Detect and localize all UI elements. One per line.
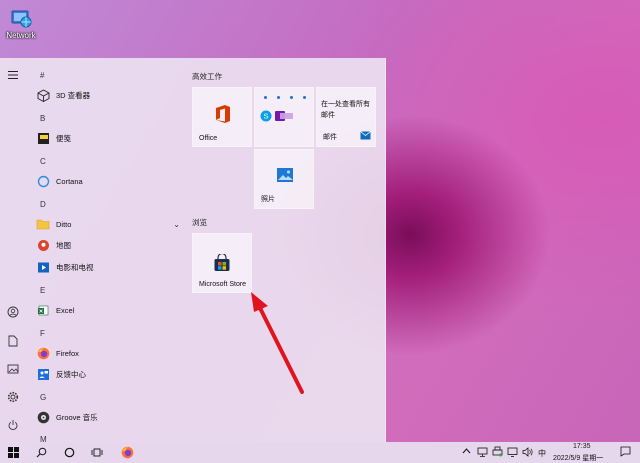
cortana-circle-icon xyxy=(64,447,74,458)
letter-header[interactable]: D xyxy=(40,200,46,209)
ime-indicator[interactable]: 中 xyxy=(538,448,546,459)
windows-logo-icon xyxy=(7,447,19,458)
sticky-notes-icon xyxy=(36,131,50,145)
maps-pin-icon xyxy=(36,238,50,252)
svg-text:S: S xyxy=(263,112,268,121)
skype-icon: S xyxy=(260,110,272,124)
tile-office-apps-folder[interactable]: S xyxy=(254,87,314,147)
letter-header[interactable]: E xyxy=(40,286,45,295)
cortana-button[interactable] xyxy=(56,442,82,463)
photos-icon xyxy=(276,167,294,185)
chevron-up-icon[interactable] xyxy=(462,447,471,457)
tile-office[interactable]: Office xyxy=(192,87,252,147)
mail-envelope-icon xyxy=(360,131,371,142)
tile-photos[interactable]: 照片 xyxy=(254,149,314,209)
dot-icon xyxy=(290,96,293,99)
tile-microsoft-store[interactable]: Microsoft Store xyxy=(192,233,252,293)
app-name: Excel xyxy=(56,305,75,315)
mail-headline: 在一处查看所有邮件 xyxy=(321,101,370,119)
gear-icon xyxy=(7,391,19,403)
dot-icon xyxy=(264,96,267,99)
search-button[interactable] xyxy=(28,442,54,463)
task-view-button[interactable] xyxy=(84,442,110,463)
picture-icon xyxy=(7,364,19,374)
app-name: Cortana xyxy=(56,176,83,186)
desktop-network-icon[interactable]: Network xyxy=(2,8,40,40)
settings-button[interactable] xyxy=(4,388,22,406)
letter-header[interactable]: B xyxy=(40,114,45,123)
app-maps[interactable]: 地图 xyxy=(36,235,184,255)
movies-tv-icon xyxy=(36,260,50,274)
app-movies-tv[interactable]: 电影和电视 xyxy=(36,257,184,277)
tile-mail[interactable]: 在一处查看所有邮件 邮件 xyxy=(316,87,376,147)
letter-header[interactable]: # xyxy=(40,71,44,80)
tile-label: Microsoft Store xyxy=(199,281,247,288)
dot-icon xyxy=(277,96,280,99)
app-ditto-folder[interactable]: Ditto ⌄ xyxy=(36,214,184,234)
app-cortana[interactable]: Cortana xyxy=(36,171,184,191)
dot-icon xyxy=(303,96,306,99)
letter-header[interactable]: C xyxy=(40,157,46,166)
app-feedback-hub[interactable]: 反馈中心 xyxy=(36,364,184,384)
tile-group-title[interactable]: 高效工作 xyxy=(192,71,222,82)
clock-time[interactable]: 17:35 xyxy=(573,443,591,450)
app-name: Ditto xyxy=(56,219,72,229)
user-account-button[interactable] xyxy=(4,303,22,321)
document-icon xyxy=(8,335,18,347)
network-tray-icon[interactable] xyxy=(477,447,488,459)
taskbar-firefox-button[interactable] xyxy=(114,442,140,463)
firefox-icon xyxy=(36,346,50,360)
volume-tray-icon[interactable] xyxy=(522,447,533,459)
app-sticky-notes[interactable]: 便笺 xyxy=(36,128,184,148)
display-tray-icon[interactable] xyxy=(507,447,518,459)
app-name: 地图 xyxy=(56,240,71,250)
app-name: 电影和电视 xyxy=(56,262,94,272)
hamburger-icon xyxy=(8,70,18,80)
app-name: Firefox xyxy=(56,348,79,358)
task-view-icon xyxy=(91,448,103,457)
start-left-rail xyxy=(0,58,27,442)
letter-header[interactable]: G xyxy=(40,393,46,402)
app-list: # 3D 查看器 B 便笺 C Cortana D Ditto ⌄ 地图 电影和… xyxy=(28,58,184,444)
excel-icon xyxy=(36,303,50,317)
app-3d-viewer[interactable]: 3D 查看器 xyxy=(36,85,184,105)
start-menu: # 3D 查看器 B 便笺 C Cortana D Ditto ⌄ 地图 电影和… xyxy=(0,58,386,444)
cortana-ring-icon xyxy=(36,174,50,188)
app-excel[interactable]: Excel xyxy=(36,300,184,320)
letter-header[interactable]: F xyxy=(40,329,45,338)
office-logo-icon xyxy=(214,104,232,126)
search-icon xyxy=(36,447,46,458)
app-name: Groove 音乐 xyxy=(56,412,98,422)
tile-label: 邮件 xyxy=(323,134,337,141)
store-bag-icon xyxy=(213,252,231,274)
clock-date[interactable]: 2022/5/9 星期一 xyxy=(553,453,603,463)
pictures-button[interactable] xyxy=(4,360,22,378)
tile-label: Office xyxy=(199,135,218,142)
app-name: 便笺 xyxy=(56,133,71,143)
feedback-hub-icon xyxy=(36,367,50,381)
app-firefox[interactable]: Firefox xyxy=(36,343,184,363)
desktop-icon-label: Network xyxy=(6,31,36,40)
chevron-down-icon[interactable]: ⌄ xyxy=(173,220,180,229)
firefox-icon xyxy=(121,446,133,459)
documents-button[interactable] xyxy=(4,332,22,350)
power-icon xyxy=(8,420,18,430)
user-icon xyxy=(7,306,19,318)
app-groove-music[interactable]: Groove 音乐 xyxy=(36,407,184,427)
cube-icon xyxy=(36,88,50,102)
hamburger-menu-button[interactable] xyxy=(4,66,22,84)
tile-group-title[interactable]: 浏览 xyxy=(192,217,207,228)
tile-label: 照片 xyxy=(261,196,275,203)
taskbar: 中 17:35 2022/5/9 星期一 xyxy=(0,442,640,463)
printer-tray-icon[interactable] xyxy=(492,446,503,459)
notification-center-icon[interactable] xyxy=(620,446,631,459)
start-button[interactable] xyxy=(0,442,26,463)
groove-music-icon xyxy=(36,410,50,424)
onedrive-mini-icon xyxy=(284,112,294,122)
power-button[interactable] xyxy=(4,416,22,434)
network-globe-icon xyxy=(10,8,32,30)
app-name: 反馈中心 xyxy=(56,369,86,379)
folder-icon xyxy=(36,217,50,231)
app-name: 3D 查看器 xyxy=(56,90,91,100)
